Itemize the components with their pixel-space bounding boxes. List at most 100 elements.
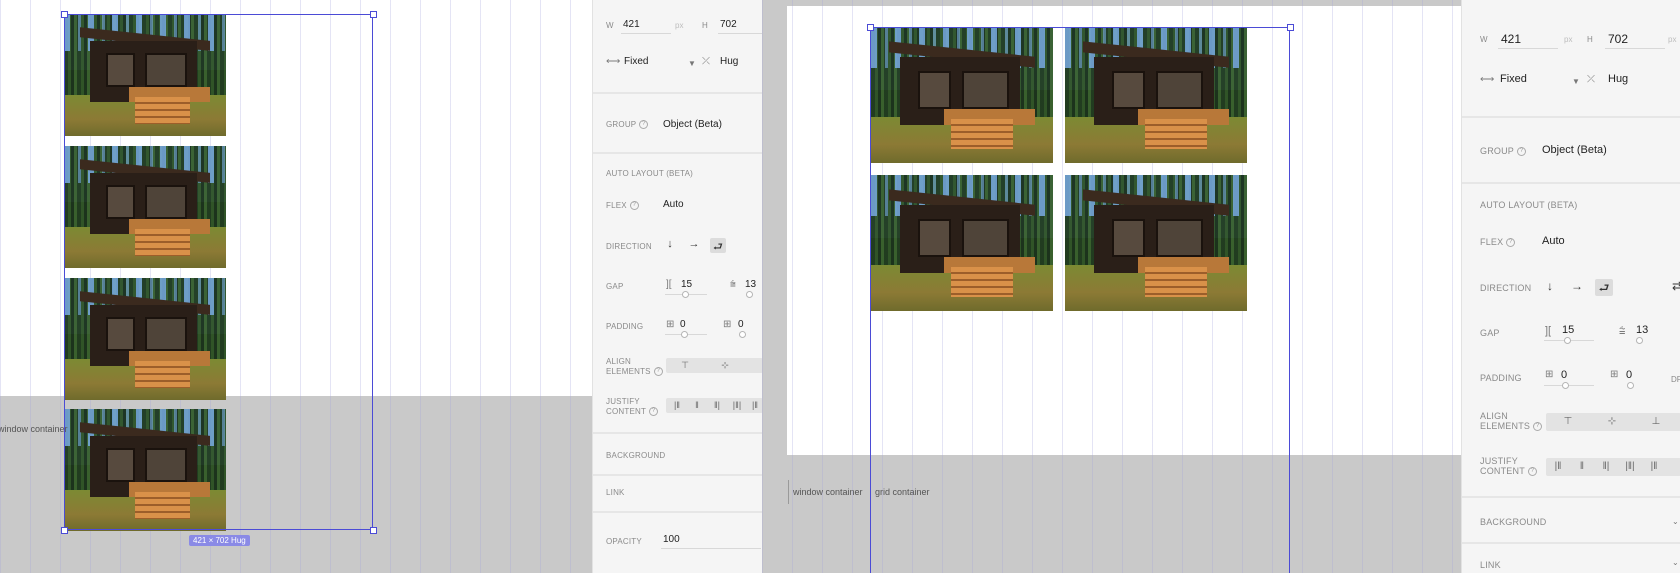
gap-x-field[interactable]: 15 <box>1562 324 1574 336</box>
size-badge: 421 × 702 Hug <box>189 535 250 546</box>
width-resize-icon: ⟷ <box>1480 74 1495 85</box>
width-field[interactable]: 421 <box>1501 32 1521 46</box>
right-canvas[interactable]: window container grid container <box>762 0 1461 573</box>
link-section-header[interactable]: LINK <box>1480 560 1501 570</box>
help-icon: ? <box>1517 147 1527 157</box>
padding-horizontal-icon: ⊞ <box>1545 369 1554 380</box>
direction-wrap-button[interactable]: ⮐ <box>1595 279 1613 296</box>
justify-center-button[interactable]: ‖ <box>688 400 706 410</box>
left-properties-panel: W 421 px H 702 ⟷ Fixed ▼ ⤫ Hug GROUP? Ob… <box>592 0 762 573</box>
direction-vertical-button[interactable]: ↓ <box>663 238 677 252</box>
justify-between-button[interactable]: |‖| <box>1620 461 1640 472</box>
resize-handle-bl[interactable] <box>61 527 68 534</box>
width-resize-icon: ⟷ <box>606 56 621 67</box>
grid-container-label[interactable]: grid container <box>875 487 930 497</box>
justify-center-button[interactable]: ‖ <box>1572 461 1592 472</box>
resize-handle-tr[interactable] <box>1287 24 1294 31</box>
gap-y-field[interactable]: 13 <box>1636 324 1648 336</box>
padding-x-field[interactable]: 0 <box>1561 369 1567 381</box>
chevron-down-icon[interactable]: ▼ <box>688 59 696 68</box>
background-section-header[interactable]: BACKGROUND <box>606 451 665 461</box>
flex-label: FLEX? <box>606 201 639 211</box>
padding-y-field[interactable]: 0 <box>1626 369 1632 381</box>
direction-label: DIRECTION <box>1480 283 1532 293</box>
group-select[interactable]: Object (Beta) <box>663 119 722 130</box>
width-label: W <box>1480 35 1488 44</box>
height-resize-icon: ⤫ <box>702 56 710 67</box>
flex-select[interactable]: Auto <box>1542 235 1565 247</box>
gap-y-field[interactable]: 13 <box>745 279 756 290</box>
align-top-button[interactable]: ⊤ <box>673 360 697 371</box>
group-select[interactable]: Object (Beta) <box>1542 144 1607 156</box>
selection-box[interactable] <box>64 14 373 530</box>
gap-x-slider[interactable] <box>682 291 689 298</box>
justify-end-button[interactable]: ‖| <box>1596 461 1616 472</box>
justify-start-button[interactable]: |‖ <box>1548 461 1568 472</box>
gap-horizontal-icon: ][ <box>666 279 672 290</box>
left-canvas[interactable]: 421 × 702 Hug window container <box>0 0 592 573</box>
align-elements-label: ALIGN ELEMENTS? <box>1480 411 1543 432</box>
gap-vertical-icon: ⩭ <box>730 279 736 290</box>
auto-layout-title: AUTO LAYOUT (BETA) <box>606 169 694 178</box>
justify-around-button[interactable]: |‖ <box>747 400 762 410</box>
resize-handle-tl[interactable] <box>867 24 874 31</box>
gap-label: GAP <box>1480 328 1500 338</box>
auto-layout-title: AUTO LAYOUT (BETA) <box>1480 200 1578 210</box>
justify-start-button[interactable]: |‖ <box>668 400 686 410</box>
opacity-label: OPACITY <box>606 537 642 546</box>
padding-y-field[interactable]: 0 <box>738 319 744 330</box>
resize-handle-tr[interactable] <box>370 11 377 18</box>
align-center-button[interactable]: ⊹ <box>1598 416 1626 427</box>
padding-x-slider[interactable] <box>681 331 688 338</box>
opacity-field[interactable]: 100 <box>663 534 680 545</box>
width-field[interactable]: 421 <box>623 19 640 30</box>
align-center-button[interactable]: ⊹ <box>713 360 737 371</box>
gap-y-slider[interactable] <box>746 291 753 298</box>
height-label: H <box>702 21 708 30</box>
help-icon: ? <box>639 120 649 130</box>
align-bottom-button[interactable]: ⊥ <box>1642 416 1670 427</box>
gap-y-slider[interactable] <box>1636 337 1643 344</box>
resize-handle-br[interactable] <box>370 527 377 534</box>
justify-around-button[interactable]: |‖ <box>1644 461 1664 472</box>
justify-end-button[interactable]: ‖| <box>708 400 726 410</box>
padding-x-field[interactable]: 0 <box>680 319 686 330</box>
padding-label: PADDING <box>1480 373 1522 383</box>
width-mode-select[interactable]: Fixed <box>624 56 648 67</box>
height-label: H <box>1587 35 1593 44</box>
direction-vertical-button[interactable]: ↓ <box>1542 279 1558 295</box>
help-icon: ? <box>629 201 639 211</box>
chevron-down-icon[interactable]: ⌄ <box>1672 558 1679 567</box>
height-mode-select[interactable]: Hug <box>1608 73 1628 85</box>
direction-reverse-button[interactable]: ⇄ <box>1670 279 1680 295</box>
gap-label: GAP <box>606 282 624 291</box>
padding-y-slider[interactable] <box>1627 382 1634 389</box>
width-unit: px <box>675 21 684 30</box>
window-container-label[interactable]: window container <box>793 487 863 497</box>
resize-handle-tl[interactable] <box>61 11 68 18</box>
padding-horizontal-icon: ⊞ <box>666 319 675 330</box>
direction-wrap-button[interactable]: ⮐ <box>710 238 726 253</box>
chevron-down-icon[interactable]: ⌄ <box>1672 517 1679 526</box>
direction-horizontal-button[interactable]: → <box>1569 279 1585 295</box>
chevron-down-icon[interactable]: ▼ <box>1572 77 1580 86</box>
link-section-header[interactable]: LINK <box>606 488 625 498</box>
height-mode-select[interactable]: Hug <box>720 56 738 67</box>
direction-horizontal-button[interactable]: → <box>687 238 701 252</box>
width-label: W <box>606 21 614 30</box>
padding-x-slider[interactable] <box>1562 382 1569 389</box>
gap-x-field[interactable]: 15 <box>681 279 692 290</box>
selection-box[interactable] <box>870 27 1290 573</box>
padding-y-slider[interactable] <box>739 331 746 338</box>
justify-between-button[interactable]: |‖| <box>728 400 746 410</box>
flex-select[interactable]: Auto <box>663 199 684 210</box>
window-container-label[interactable]: window container <box>0 424 68 434</box>
height-field[interactable]: 702 <box>720 19 737 30</box>
gap-x-slider[interactable] <box>1564 337 1571 344</box>
background-section-header[interactable]: BACKGROUND <box>1480 517 1547 527</box>
height-field[interactable]: 702 <box>1608 32 1628 46</box>
padding-vertical-icon: ⊞ <box>1610 369 1619 380</box>
padding-extra[interactable]: DF <box>1671 375 1680 384</box>
width-mode-select[interactable]: Fixed <box>1500 73 1527 85</box>
align-top-button[interactable]: ⊤ <box>1554 416 1582 427</box>
